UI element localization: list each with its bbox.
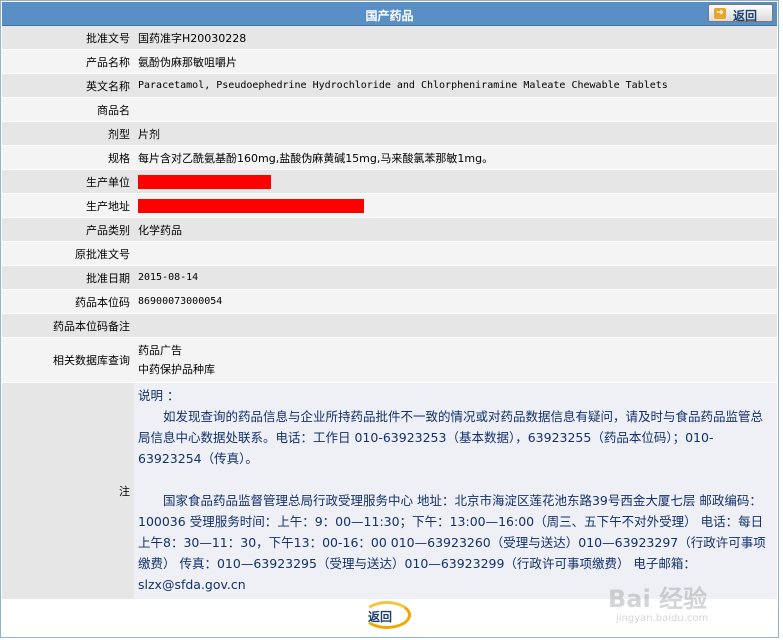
watermark-brand: Bai 经验	[608, 585, 708, 613]
table-row: 生产单位	[2, 169, 777, 194]
field-label: 英文名称	[2, 73, 134, 98]
field-label: 原批准文号	[2, 241, 134, 266]
baidu-watermark: Bai 经验 jingyan.baidu.com	[608, 579, 748, 631]
address-value	[134, 193, 777, 218]
field-label: 产品名称	[2, 49, 134, 74]
approval-date-value: 2015-08-14	[134, 265, 777, 290]
drug-code-value: 86900073000054	[134, 289, 777, 314]
table-row: 相关数据库查询 药品广告 中药保护品种库	[2, 337, 777, 383]
specification-value: 每片含对乙酰氨基酚160mg,盐酸伪麻黄碱15mg,马来酸氯苯那敏1mg。	[134, 145, 777, 170]
field-label: 规格	[2, 145, 134, 170]
field-label: 相关数据库查询	[2, 337, 134, 383]
redaction-bar	[138, 174, 271, 189]
category-value: 化学药品	[134, 217, 777, 242]
title-bar: 国产药品 ➔ 返回	[2, 2, 777, 26]
link-tcm-protected-varieties[interactable]: 中药保护品种库	[138, 360, 773, 379]
back-button-label: 返回	[368, 610, 393, 624]
table-row: 产品类别 化学药品	[2, 217, 777, 242]
english-name-value: Paracetamol, Pseudoephedrine Hydrochlori…	[134, 73, 777, 98]
product-name-value: 氨酚伪麻那敏咀嚼片	[134, 49, 777, 74]
drug-code-note-value	[134, 313, 777, 338]
manufacturer-value	[134, 169, 777, 194]
table-row: 产品名称 氨酚伪麻那敏咀嚼片	[2, 49, 777, 74]
table-row: 药品本位码 86900073000054	[2, 289, 777, 314]
original-approval-no-value	[134, 241, 777, 266]
field-label: 批准文号	[2, 26, 134, 50]
table-row: 药品本位码备注	[2, 313, 777, 338]
watermark-url: jingyan.baidu.com	[616, 613, 709, 624]
back-button-label: 返回	[733, 9, 758, 23]
back-button-bottom[interactable]: 返回	[363, 601, 415, 631]
trade-name-value	[134, 97, 777, 122]
approval-no-value: 国药准字H20030228	[134, 26, 777, 50]
field-label: 生产单位	[2, 169, 134, 194]
note-paragraph: 如发现查询的药品信息与企业所持药品批件不一致的情况或对药品数据信息有疑问，请及时…	[138, 409, 764, 466]
arrow-right-icon: ➔	[714, 8, 726, 19]
table-row: 剂型 片剂	[2, 121, 777, 146]
table-row: 原批准文号	[2, 241, 777, 266]
drug-info-table: 批准文号 国药准字H20030228 产品名称 氨酚伪麻那敏咀嚼片 英文名称 P…	[2, 26, 777, 600]
table-row: 批准文号 国药准字H20030228	[2, 26, 777, 50]
note-label: 注	[2, 382, 134, 600]
page-title: 国产药品	[365, 9, 414, 23]
back-button-top[interactable]: ➔ 返回	[708, 4, 773, 23]
related-db-links: 药品广告 中药保护品种库	[134, 337, 777, 383]
field-label: 生产地址	[2, 193, 134, 218]
table-row: 批准日期 2015-08-14	[2, 265, 777, 290]
table-row: 注 说明 ： 如发现查询的药品信息与企业所持药品批件不一致的情况或对药品数据信息…	[2, 382, 777, 600]
redaction-bar	[138, 198, 364, 213]
field-label: 批准日期	[2, 265, 134, 290]
field-label: 商品名	[2, 97, 134, 122]
dosage-form-value: 片剂	[134, 121, 777, 146]
drug-detail-panel: 国产药品 ➔ 返回 批准文号 国药准字H20030228 产品名称 氨酚伪麻那敏…	[0, 0, 779, 638]
field-label: 药品本位码	[2, 289, 134, 314]
table-row: 规格 每片含对乙酰氨基酚160mg,盐酸伪麻黄碱15mg,马来酸氯苯那敏1mg。	[2, 145, 777, 170]
note-heading: 说明 ：	[138, 388, 180, 403]
table-row: 商品名	[2, 97, 777, 122]
table-row: 生产地址	[2, 193, 777, 218]
field-label: 剂型	[2, 121, 134, 146]
field-label: 药品本位码备注	[2, 313, 134, 338]
link-drug-ads[interactable]: 药品广告	[138, 341, 773, 360]
note-content: 说明 ： 如发现查询的药品信息与企业所持药品批件不一致的情况或对药品数据信息有疑…	[134, 382, 777, 600]
field-label: 产品类别	[2, 217, 134, 242]
table-row: 英文名称 Paracetamol, Pseudoephedrine Hydroc…	[2, 73, 777, 98]
